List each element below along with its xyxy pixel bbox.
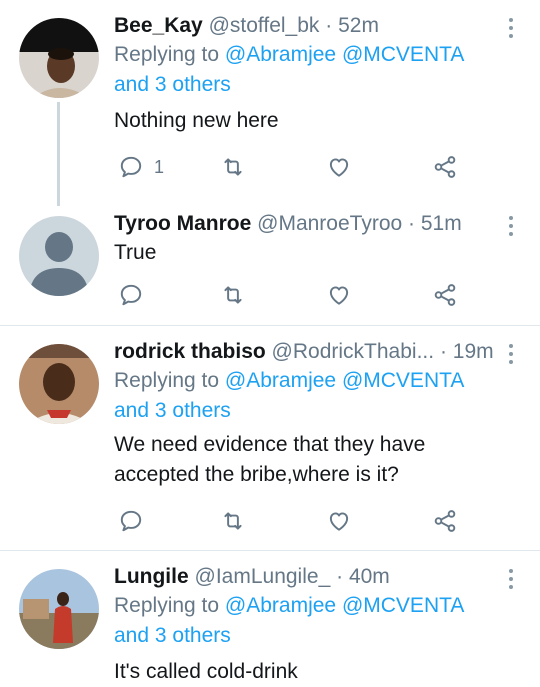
tweet-text-line: accepted the bribe,where is it? [114,463,399,486]
replying-prefix: Replying to [114,43,220,66]
more-icon[interactable] [508,216,514,240]
like-icon [329,512,349,531]
user-handle[interactable]: @stoffel_bk [209,14,320,37]
share-icon [434,156,456,178]
replying-to: Replying to @Abramjee @MCVENTA and 3 oth… [114,40,520,100]
mention-link[interactable]: @MCVENTA [342,43,464,66]
others-link[interactable]: and 3 others [114,73,231,96]
tweet-2[interactable]: Tyroo Manroe @ManroeTyroo · 51m True [0,200,540,326]
share-button[interactable] [432,280,458,310]
like-button[interactable] [326,152,352,182]
avatar[interactable] [19,216,99,296]
tweet-text: It's called cold-drink [114,660,298,683]
display-name[interactable]: Bee_Kay [114,14,203,37]
share-icon [434,510,456,532]
like-icon [329,158,349,177]
mention-link[interactable]: @Abramjee [225,43,336,66]
tweet-text: Nothing new here [114,109,279,132]
reply-count: 1 [154,156,165,177]
mention-link[interactable]: @MCVENTA [342,594,464,617]
replying-to: Replying to @Abramjee @MCVENTA and 3 oth… [114,366,520,426]
tweet-header: rodrick thabiso @RodrickThabi... · 19m [114,338,520,366]
replying-prefix: Replying to [114,369,220,392]
tweet-text: We need evidence that they have accepted… [114,430,520,490]
retweet-icon [224,286,242,304]
avatar[interactable] [19,18,99,98]
reply-icon [120,156,142,178]
reply-button[interactable]: 1 [118,152,164,182]
share-button[interactable] [432,152,458,182]
separator: · [408,212,416,235]
thread-line [57,102,60,206]
avatar[interactable] [19,344,99,424]
user-handle[interactable]: @ManroeTyroo [257,212,402,235]
tweet-header: Lungile @IamLungile_ · 40m [114,563,520,591]
tweet-4[interactable]: Lungile @IamLungile_ · 40m Replying to @… [0,551,540,684]
share-icon [434,284,456,306]
like-button[interactable] [326,506,352,536]
mention-link[interactable]: @Abramjee [225,369,336,392]
tweet-text-line: We need evidence that they have [114,433,426,456]
timestamp[interactable]: 40m [349,565,390,588]
retweet-icon [224,158,242,176]
more-icon[interactable] [508,569,514,593]
retweet-button[interactable] [220,280,246,310]
tweet-1[interactable]: Bee_Kay @stoffel_bk · 52m Replying to @A… [0,0,540,206]
separator: · [439,340,447,363]
display-name[interactable]: Tyroo Manroe [114,212,251,235]
tweet-actions: 1 [114,152,534,182]
tweet-3[interactable]: rodrick thabiso @RodrickThabi... · 19m R… [0,326,540,550]
tweet-header: Tyroo Manroe @ManroeTyroo · 51m [114,210,520,238]
tweet-actions [114,506,534,536]
reply-icon [120,510,142,532]
like-icon [329,286,349,305]
reply-button[interactable] [118,280,144,310]
tweet-header: Bee_Kay @stoffel_bk · 52m [114,12,520,40]
reply-button[interactable] [118,506,144,536]
user-handle[interactable]: @IamLungile_ [195,565,331,588]
timestamp[interactable]: 52m [338,14,379,37]
timestamp[interactable]: 51m [421,212,462,235]
others-link[interactable]: and 3 others [114,399,231,422]
retweet-button[interactable] [220,152,246,182]
like-button[interactable] [326,280,352,310]
retweet-button[interactable] [220,506,246,536]
timestamp[interactable]: 19m [453,340,494,363]
tweet-text: True [114,241,157,264]
display-name[interactable]: rodrick thabiso [114,340,266,363]
reply-icon [120,284,142,306]
others-link[interactable]: and 3 others [114,624,231,647]
separator: · [336,565,344,588]
share-button[interactable] [432,506,458,536]
replying-to: Replying to @Abramjee @MCVENTA and 3 oth… [114,591,520,651]
display-name[interactable]: Lungile [114,565,189,588]
mention-link[interactable]: @MCVENTA [342,369,464,392]
avatar[interactable] [19,569,99,649]
user-handle[interactable]: @RodrickThabi... [272,340,435,363]
mention-link[interactable]: @Abramjee [225,594,336,617]
tweet-actions [114,280,534,310]
retweet-icon [224,512,242,530]
replying-prefix: Replying to [114,594,220,617]
more-icon[interactable] [508,344,514,368]
more-icon[interactable] [508,18,514,42]
separator: · [325,14,333,37]
